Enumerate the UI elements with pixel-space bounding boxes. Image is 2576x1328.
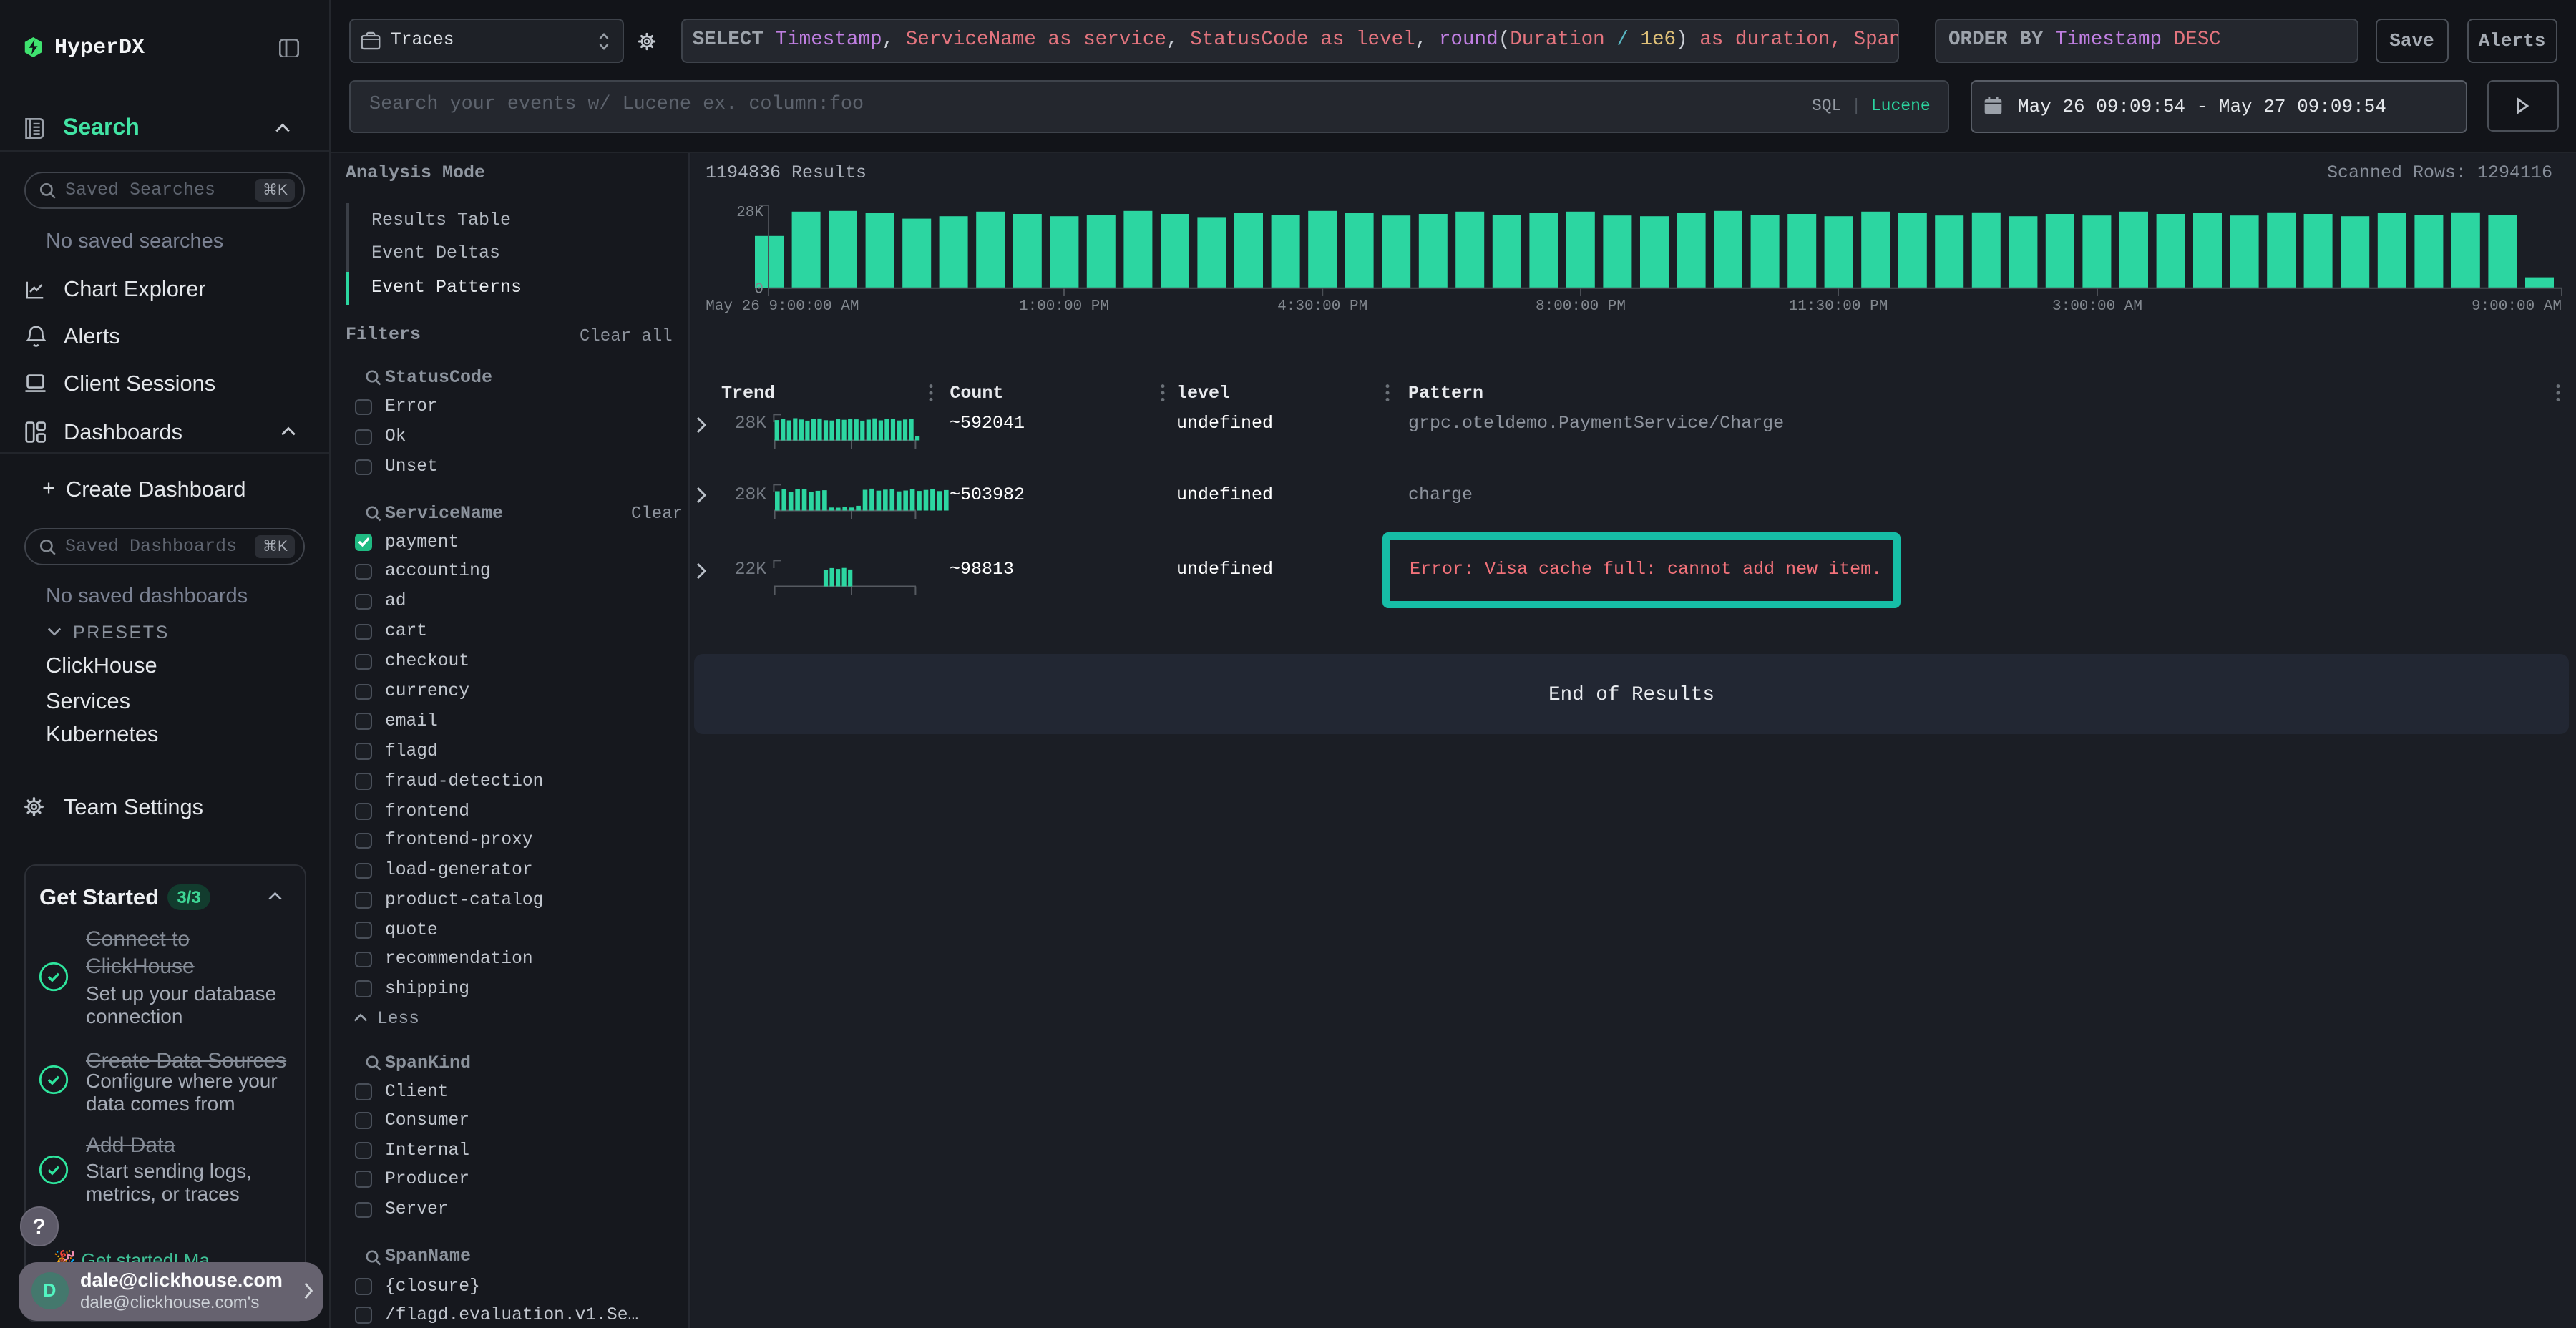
svg-text:4:30:00 PM: 4:30:00 PM [1277,298,1367,315]
svg-text:28K: 28K [736,205,763,221]
svg-text:8:00:00 PM: 8:00:00 PM [1535,298,1625,315]
svg-text:11:30:00 PM: 11:30:00 PM [1788,298,1888,315]
svg-text:3:00:00 AM: 3:00:00 AM [2051,298,2142,315]
svg-text:0: 0 [753,282,763,298]
svg-text:9:00:00 AM: 9:00:00 AM [2471,298,2561,315]
svg-text:May 26 9:00:00 AM: May 26 9:00:00 AM [705,298,858,315]
svg-text:1:00:00 PM: 1:00:00 PM [1018,298,1108,315]
